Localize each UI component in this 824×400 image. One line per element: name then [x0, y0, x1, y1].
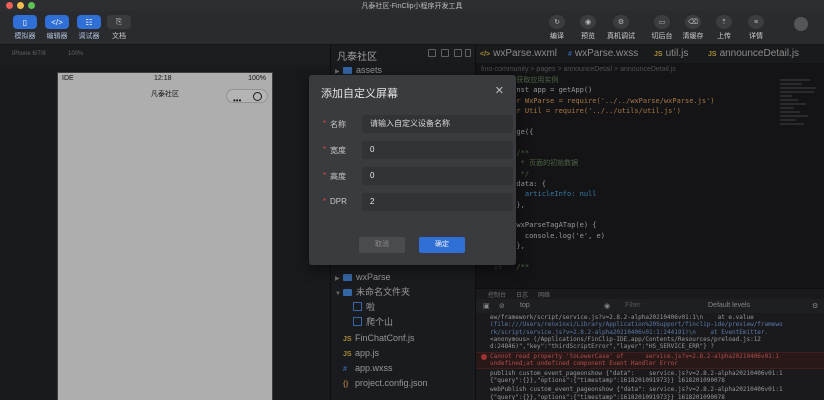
height-field-row: * 高度 [323, 167, 513, 185]
background-button[interactable]: ▭ 切后台 [646, 15, 678, 41]
name-field-row: * 名称 [323, 115, 513, 133]
clear-icon: ⌫ [685, 15, 701, 29]
clear-cache-label: 清缓存 [682, 33, 704, 40]
toolbar: ▯ 模拟器 </> 编辑器 ☷ 调试器 ⎘ 文档 ↻ 编译 ◉ 预览 ⚙ 真机调… [0, 11, 824, 45]
compile-button[interactable]: ↻ 编译 [541, 15, 573, 41]
simulator-toggle-button[interactable]: ▯ 模拟器 [10, 15, 40, 41]
details-label: 详情 [749, 33, 763, 40]
docs-button[interactable]: ⎘ 文档 [104, 15, 134, 41]
details-button[interactable]: ≡ 详情 [740, 15, 772, 41]
name-field-label: 名称 [330, 120, 346, 129]
confirm-button[interactable]: 确定 [419, 237, 465, 253]
simulator-toggle-label: 模拟器 [14, 33, 36, 40]
name-field[interactable] [362, 115, 513, 133]
document-icon: ⎘ [107, 15, 131, 29]
cancel-button[interactable]: 取消 [359, 237, 405, 253]
preview-label: 预览 [581, 33, 595, 40]
required-mark: * [323, 145, 327, 154]
real-device-debug-label: 真机调试 [607, 33, 635, 40]
avatar[interactable] [794, 17, 808, 31]
editor-toggle-button[interactable]: </> 编辑器 [42, 15, 72, 41]
required-mark: * [323, 171, 327, 180]
dpr-field[interactable] [362, 193, 513, 211]
dpr-field-row: * DPR [323, 193, 513, 211]
background-label: 切后台 [651, 33, 673, 40]
height-field[interactable] [362, 167, 513, 185]
compile-label: 编译 [550, 33, 564, 40]
upload-button[interactable]: ⇡ 上传 [708, 15, 740, 41]
debugger-toggle-label: 调试器 [78, 33, 100, 40]
docs-label: 文档 [112, 33, 126, 40]
dpr-field-label: DPR [330, 197, 347, 206]
close-icon[interactable]: ✕ [495, 84, 504, 97]
details-icon: ≡ [748, 15, 764, 29]
eye-icon: ◉ [580, 15, 596, 29]
upload-label: 上传 [717, 33, 731, 40]
grid-icon: ☷ [77, 15, 101, 29]
title-bar: 凡泰社区-FinClip小程序开发工具 [0, 0, 824, 11]
width-field-row: * 宽度 [323, 141, 513, 159]
phone-icon: ▯ [13, 15, 37, 29]
preview-button[interactable]: ◉ 预览 [572, 15, 604, 41]
debugger-toggle-button[interactable]: ☷ 调试器 [74, 15, 104, 41]
code-icon: </> [45, 15, 69, 29]
background-icon: ▭ [654, 15, 670, 29]
debug-icon: ⚙ [613, 15, 629, 29]
dialog-title: 添加自定义屏幕 [321, 88, 398, 100]
upload-icon: ⇡ [716, 15, 732, 29]
width-field-label: 宽度 [330, 146, 346, 155]
refresh-icon: ↻ [549, 15, 565, 29]
height-field-label: 高度 [330, 172, 346, 181]
real-device-debug-button[interactable]: ⚙ 真机调试 [605, 15, 637, 41]
width-field[interactable] [362, 141, 513, 159]
required-mark: * [323, 119, 327, 128]
clear-cache-button[interactable]: ⌫ 清缓存 [677, 15, 709, 41]
required-mark: * [323, 197, 327, 206]
window-title: 凡泰社区-FinClip小程序开发工具 [361, 3, 463, 10]
editor-toggle-label: 编辑器 [46, 33, 68, 40]
add-custom-screen-dialog: 添加自定义屏幕 ✕ * 名称 * 宽度 * 高度 * DPR 取消 确定 [309, 75, 516, 265]
